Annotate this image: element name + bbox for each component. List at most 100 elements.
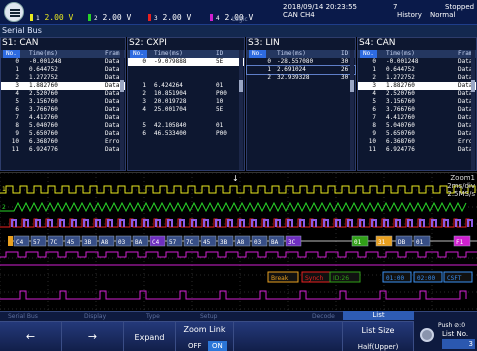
list-row[interactable]: 7 4.412760 Data	[358, 114, 476, 122]
panel-title: S1: CAN	[2, 38, 39, 48]
row-number: 4	[142, 106, 146, 113]
list-panel-2[interactable]: S2: CXPI No. Time(ms) ID 0 -9.079888 5E 1 6.4242…	[127, 37, 245, 171]
channel-2-indicator[interactable]: 2 2.00 V	[88, 13, 131, 22]
list-scrollbar[interactable]	[239, 50, 243, 170]
decode-byte-label: 7C	[186, 239, 194, 246]
list-row[interactable]: 1 0.644752 Data	[358, 66, 476, 74]
list-row[interactable]: 5 3.156760 Data	[1, 98, 125, 106]
history-mode: History	[397, 11, 422, 19]
list-row[interactable]: 6 3.766760 Data	[358, 106, 476, 114]
list-row[interactable]: 6 3.766760 Data	[1, 106, 125, 114]
list-row[interactable]: 10 6.368760 Erro	[358, 138, 476, 146]
waveform-area[interactable]: ↓ 1 2 C4 57 7C 45 3B A8 03 BA C4 57 7C 45 3B A8 03 BA 3C 01 3…	[0, 172, 477, 311]
row-time: 42.105840	[154, 122, 187, 129]
row-field: 30	[341, 74, 349, 81]
scroll-thumb[interactable]	[120, 80, 124, 92]
decode-list: No. Time(ms) Fram 0 -0.001248 Data 1 0.644752 Da…	[1, 50, 125, 154]
list-row[interactable]	[128, 74, 244, 82]
list-row[interactable]: 11 6.924776 Data	[1, 146, 125, 154]
row-number: 4	[372, 90, 376, 97]
list-row[interactable]: 1 2.691024 26	[246, 65, 356, 75]
row-number: 3	[372, 82, 376, 89]
list-row[interactable]: 8 5.040760 Data	[1, 122, 125, 130]
list-panel-4[interactable]: S4: CAN No. Time(ms) Fram 0 -0.001248 Data 1 0.6…	[357, 37, 477, 171]
row-field: Data	[105, 98, 120, 105]
list-row[interactable]: 2 32.939328 30	[247, 74, 355, 82]
list-row[interactable]: 3 20.019728 10	[128, 98, 244, 106]
column-header: No.	[249, 50, 266, 58]
list-row[interactable]: 3 1.882760 Data	[1, 82, 125, 90]
row-time: -0.001248	[386, 58, 419, 65]
list-row[interactable]: 2 1.272752 Data	[358, 74, 476, 82]
push-label: Push ⊘:0	[438, 322, 466, 329]
list-no-knob[interactable]: Push ⊘:0 List No. 3	[414, 320, 477, 351]
list-row[interactable]	[128, 66, 244, 74]
list-row[interactable]: 0 -28.557080 30	[247, 58, 355, 66]
empty-softkey[interactable]	[234, 321, 343, 351]
ch2-marker: 2	[2, 204, 6, 211]
list-row[interactable]: 3 1.882760 Data	[358, 82, 476, 90]
list-scrollbar[interactable]	[120, 50, 124, 170]
zoom-name: Zoom1	[450, 174, 475, 182]
row-time: 0.644752	[386, 66, 415, 73]
channel-3-indicator[interactable]: 3 2.00 V	[148, 13, 191, 22]
list-row[interactable]: 1 0.644752 Data	[1, 66, 125, 74]
list-row[interactable]: 0 -0.001248 Data	[1, 58, 125, 66]
decode-byte-label: F1	[456, 239, 464, 246]
list-tab[interactable]: List	[343, 311, 414, 320]
list-panel-1[interactable]: S1: CAN No. Time(ms) Fram 0 -0.001248 Data 1 0.6…	[0, 37, 126, 171]
decode-byte-label: DB	[398, 239, 406, 246]
list-row[interactable]: 6 46.533400 P00	[128, 130, 244, 138]
waveform-display: ↓ 1 2 C4 57 7C 45 3B A8 03 BA C4 57 7C 45 3B A8 03 BA 3C 01 3…	[0, 173, 477, 311]
row-time: 5.650760	[386, 130, 415, 137]
row-time: 5.650760	[29, 130, 58, 137]
list-row[interactable]: 11 6.924776 Data	[358, 146, 476, 154]
panel-title: S4: CAN	[359, 38, 396, 48]
zoom-link-button[interactable]: Zoom Link OFF ON	[176, 321, 234, 351]
expand-button[interactable]: Expand	[124, 321, 176, 351]
ch1-trace	[0, 185, 476, 194]
list-row[interactable]	[128, 114, 244, 122]
list-size-button[interactable]: List Size Half(Upper)	[343, 321, 414, 351]
menu-icon[interactable]	[4, 2, 24, 22]
decode-list: No. Time(ms) Fram 0 -0.001248 Data 1 0.644752 Da…	[358, 50, 476, 154]
prev-button[interactable]: ←	[0, 321, 62, 351]
list-row[interactable]: 9 5.650760 Data	[358, 130, 476, 138]
row-number: 2	[142, 90, 146, 97]
list-panel-3[interactable]: S3: LIN No. Time(ms) ID 0 -28.557080 30 1 2.6910…	[246, 37, 356, 171]
list-row[interactable]: 2 1.272752 Data	[1, 74, 125, 82]
list-row[interactable]: 5 3.156760 Data	[358, 98, 476, 106]
list-scrollbar[interactable]	[350, 50, 354, 170]
row-number: 2	[372, 74, 376, 81]
row-time: 2.691024	[277, 66, 306, 73]
row-number: 7	[372, 114, 376, 121]
row-field: Data	[105, 106, 120, 113]
list-row[interactable]: 5 42.105840 01	[128, 122, 244, 130]
ch2-trace	[0, 201, 467, 213]
scroll-thumb[interactable]	[350, 80, 354, 92]
row-number: 2	[267, 74, 271, 81]
decode-byte-label: 45	[67, 239, 75, 246]
channel-1-indicator[interactable]: 1 2.00 V	[30, 13, 73, 22]
row-number: 9	[15, 130, 19, 137]
list-row[interactable]: 4 25.001704 5E	[128, 106, 244, 114]
scroll-thumb[interactable]	[239, 80, 243, 92]
list-row[interactable]: 1 6.424264 01	[128, 82, 244, 90]
next-button[interactable]: →	[62, 321, 124, 351]
list-header: No. Time(ms) Fram	[358, 50, 476, 58]
zoom-rate: 2.5MS/s	[447, 190, 475, 198]
list-row[interactable]: 8 5.040760 Data	[358, 122, 476, 130]
list-scrollbar[interactable]	[471, 50, 475, 170]
scroll-thumb[interactable]	[471, 80, 475, 92]
list-row[interactable]: 7 4.412760 Data	[1, 114, 125, 122]
left-arrow-icon: ←	[25, 330, 36, 343]
list-row[interactable]: 4 2.520760 Data	[1, 90, 125, 98]
row-time: 2.520760	[386, 90, 415, 97]
list-row[interactable]: 2 10.851904 P00	[128, 90, 244, 98]
row-number: 5	[142, 122, 146, 129]
list-row[interactable]: 0 -0.001248 Data	[358, 58, 476, 66]
list-row[interactable]: 0 -9.079888 5E	[128, 58, 244, 66]
list-row[interactable]: 10 6.368760 Erro	[1, 138, 125, 146]
list-row[interactable]: 9 5.650760 Data	[1, 130, 125, 138]
list-row[interactable]: 4 2.520760 Data	[358, 90, 476, 98]
